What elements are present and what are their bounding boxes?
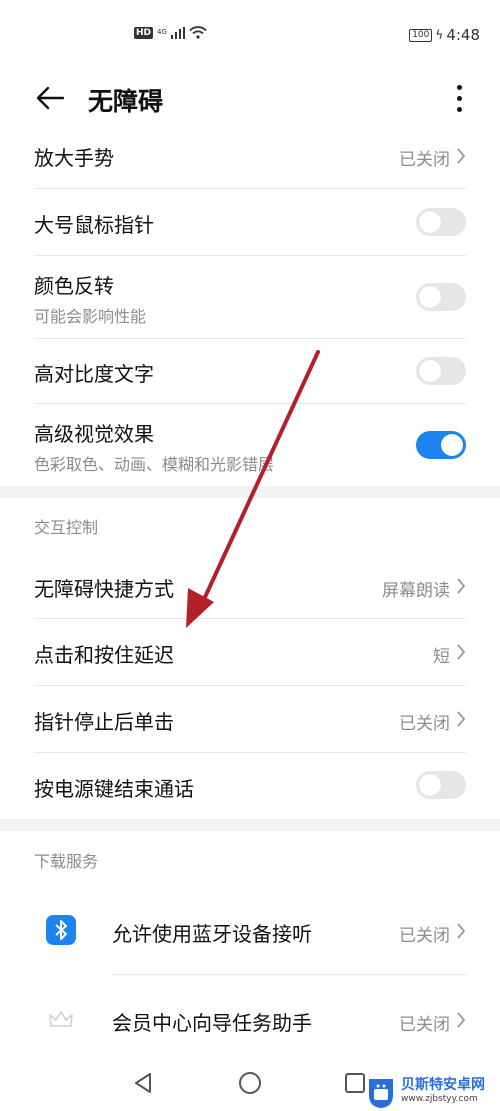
section-label-download: 下载服务 xyxy=(34,852,99,871)
app-header: 无障碍 xyxy=(0,70,500,126)
back-button[interactable] xyxy=(30,78,70,118)
item-label: 颜色反转 xyxy=(34,274,114,298)
nav-back-button[interactable] xyxy=(128,1068,158,1098)
magnification-gesture-item[interactable]: 放大手势 已关闭 xyxy=(0,126,500,188)
crown-icon xyxy=(49,1011,73,1027)
network-type: 4G xyxy=(157,28,167,36)
color-inversion-toggle[interactable] xyxy=(416,283,466,311)
item-value: 已关闭 xyxy=(399,926,450,946)
chevron-right-icon xyxy=(457,644,466,660)
advanced-visual-toggle[interactable] xyxy=(416,431,466,459)
watermark-title: 贝斯特安卓网 xyxy=(401,1076,485,1093)
section-gap xyxy=(0,486,500,498)
item-label: 无障碍快捷方式 xyxy=(34,577,174,601)
clock: 4:48 xyxy=(446,26,480,44)
item-value: 短 xyxy=(433,647,450,667)
chevron-right-icon xyxy=(457,1012,466,1028)
power-end-call-toggle[interactable] xyxy=(416,771,466,799)
item-label: 允许使用蓝牙设备接听 xyxy=(112,922,312,946)
chevron-right-icon xyxy=(457,578,466,594)
nav-back-icon xyxy=(135,1073,151,1093)
android-logo-icon xyxy=(369,1078,393,1108)
item-label: 指针停止后单击 xyxy=(34,710,174,734)
bluetooth-answer-item[interactable]: 允许使用蓝牙设备接听 已关闭 xyxy=(0,886,500,974)
accessibility-shortcut-item[interactable]: 无障碍快捷方式 屏幕朗读 xyxy=(0,552,500,618)
nav-home-button[interactable] xyxy=(235,1068,265,1098)
dwell-click-item[interactable]: 指针停止后单击 已关闭 xyxy=(0,686,500,752)
page-title: 无障碍 xyxy=(88,87,164,116)
bluetooth-icon xyxy=(46,915,76,945)
item-subtitle: 可能会影响性能 xyxy=(34,307,147,326)
high-contrast-toggle[interactable] xyxy=(416,357,466,385)
section-gap xyxy=(0,819,500,831)
nav-home-icon xyxy=(239,1072,261,1094)
large-pointer-toggle[interactable] xyxy=(416,208,466,236)
wifi-icon xyxy=(189,26,207,39)
high-contrast-text-item: 高对比度文字 xyxy=(0,339,500,403)
item-label: 高对比度文字 xyxy=(34,362,154,386)
advanced-visual-effects-item: 高级视觉效果 色彩取色、动画、模糊和光影错层 xyxy=(0,404,500,486)
hd-badge: HD xyxy=(134,26,154,39)
status-left: HD 4G xyxy=(134,26,207,39)
site-watermark: 贝斯特安卓网 www.zjbstyy.com xyxy=(365,1072,500,1111)
item-label: 点击和按住延迟 xyxy=(34,643,174,667)
arrow-left-icon xyxy=(36,86,65,110)
battery-icon: 100 xyxy=(409,28,433,42)
touch-hold-delay-item[interactable]: 点击和按住延迟 短 xyxy=(0,619,500,685)
chevron-right-icon xyxy=(457,148,466,164)
item-subtitle: 色彩取色、动画、模糊和光影错层 xyxy=(34,455,275,474)
signal-icon xyxy=(170,26,185,39)
more-vertical-icon xyxy=(456,84,462,90)
color-inversion-item: 颜色反转 可能会影响性能 xyxy=(0,256,500,338)
item-label: 按电源键结束通话 xyxy=(34,777,194,801)
member-guide-item[interactable]: 会员中心向导任务助手 已关闭 xyxy=(0,975,500,1061)
nav-recents-icon xyxy=(345,1073,365,1093)
chevron-right-icon xyxy=(457,711,466,727)
item-value: 已关闭 xyxy=(399,714,450,734)
item-label: 会员中心向导任务助手 xyxy=(112,1011,312,1035)
chevron-right-icon xyxy=(457,923,466,939)
large-pointer-item: 大号鼠标指针 xyxy=(0,189,500,255)
power-button-end-call-item: 按电源键结束通话 xyxy=(0,753,500,819)
item-value: 已关闭 xyxy=(399,150,450,170)
status-bar: HD 4G 100 ϟ 4:48 xyxy=(0,0,500,70)
status-right: 100 ϟ 4:48 xyxy=(409,26,480,44)
watermark-url: www.zjbstyy.com xyxy=(401,1093,478,1104)
item-label: 放大手势 xyxy=(34,146,114,170)
more-options-button[interactable] xyxy=(444,78,474,118)
item-value: 屏幕朗读 xyxy=(382,581,450,601)
item-value: 已关闭 xyxy=(399,1015,450,1035)
section-label-interaction: 交互控制 xyxy=(34,518,99,537)
item-label: 高级视觉效果 xyxy=(34,422,154,446)
item-label: 大号鼠标指针 xyxy=(34,213,154,237)
charging-icon: ϟ xyxy=(435,28,444,42)
